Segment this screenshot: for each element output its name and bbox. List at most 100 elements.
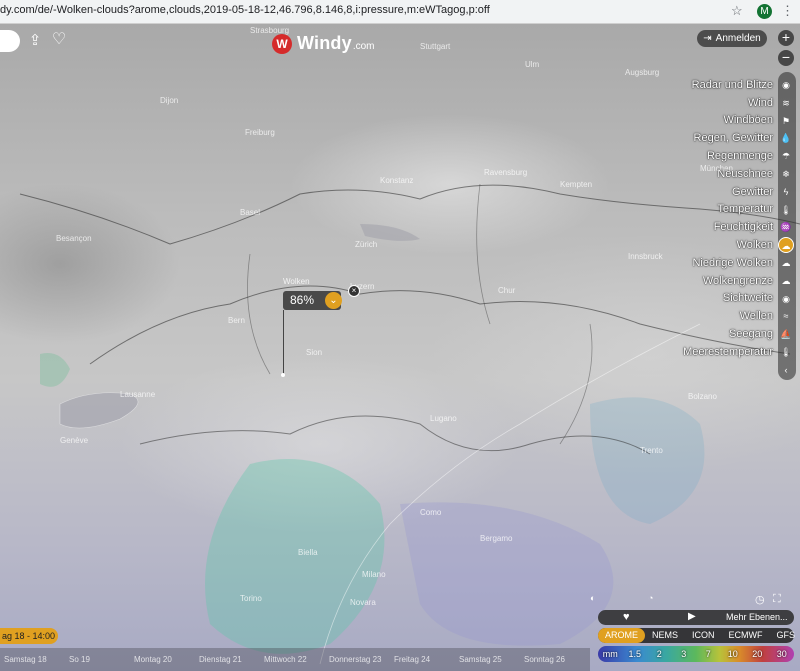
chevron-down-icon[interactable]: ⌄ (325, 292, 342, 309)
video-icon[interactable]: ▶ (688, 611, 696, 622)
popup-value-text: 86% (290, 293, 315, 307)
layer-item[interactable]: Neuschnee ❄ (600, 165, 800, 183)
layer-item-label: Sichtweite (722, 292, 773, 305)
browser-menu-icon[interactable]: ⋮ (781, 3, 794, 19)
legend-value: 10 (727, 649, 738, 659)
model-nems-button[interactable]: NEMS (645, 628, 685, 643)
url-text[interactable]: dy.com/de/-Wolken-clouds?arome,clouds,20… (0, 4, 490, 16)
timeline-day[interactable]: Samstag 18 (4, 655, 47, 664)
windy-logo-icon: W (272, 33, 292, 54)
layer-item[interactable]: Seegang ⛵ (600, 325, 800, 343)
timeline-day[interactable]: Sonntag 26 (524, 655, 565, 664)
legend-value: 20 (752, 649, 763, 659)
timer-icon[interactable]: ◷ (755, 593, 765, 606)
layer-item[interactable]: Mehr Ebenen...‹ (600, 361, 800, 379)
layer-item[interactable]: Temperatur 🌡 (600, 201, 800, 219)
login-button[interactable]: ⇥ Anmelden (697, 30, 767, 47)
model-gfs-button[interactable]: GFS (770, 628, 800, 643)
timeline-day[interactable]: Freitag 24 (394, 655, 430, 664)
layer-item[interactable]: Radar und Blitze ◉ (600, 76, 800, 94)
layer-item[interactable]: Wind ≋ (600, 94, 800, 112)
bottom-panel: ♥ ▶ Mehr Ebenen... AROME NEMS ICON ECMWF GFS… (598, 610, 795, 662)
clouds-icon[interactable]: ☁ (778, 237, 794, 254)
profile-avatar[interactable]: M (757, 4, 772, 19)
waves-icon[interactable]: ≈ (778, 308, 794, 324)
legend-value: 30 (776, 649, 787, 659)
lightning-icon[interactable]: ϟ (778, 184, 794, 200)
heart-icon[interactable]: ♥ (623, 611, 630, 623)
layer-menu: Radar und Blitze ◉ Wind ≋ Windböen ⚑ Regen, Ge… (600, 76, 800, 379)
model-arome-button[interactable]: AROME (598, 628, 646, 643)
layer-item-label: Regen, Gewitter (693, 132, 773, 145)
close-icon[interactable]: × (348, 285, 360, 297)
weather-map[interactable]: Strasbourg Stuttgart Ulm Augsburg Münche… (0, 24, 800, 671)
thermometer-icon[interactable]: 🌡 (778, 202, 794, 218)
timeline-bar[interactable]: Samstag 18 So 19 Montag 20 Dienstag 21 Mittw… (0, 648, 590, 671)
cloud-base-icon[interactable]: ☁ (778, 273, 794, 289)
model-ecmwf-button[interactable]: ECMWF (722, 628, 770, 643)
zoom-in-button[interactable]: + (778, 30, 794, 46)
current-time-badge[interactable]: ag 18 - 14:00 (0, 628, 58, 644)
eye-icon[interactable]: ◉ (778, 291, 794, 307)
layer-item[interactable]: Regenmenge ☂ (600, 147, 800, 165)
low-clouds-icon[interactable]: ☁ (778, 255, 794, 271)
timeline-day[interactable]: Mittwoch 22 (264, 655, 307, 664)
humidity-icon[interactable]: ♒ (778, 219, 794, 235)
drop-icon[interactable]: 💧 (778, 130, 794, 146)
layer-item[interactable]: Niedrige Wolken ☁ (600, 254, 800, 272)
layer-item[interactable]: Wellen ≈ (600, 307, 800, 325)
snowflake-icon[interactable]: ❄ (778, 166, 794, 182)
legend-value: 7 (705, 649, 711, 659)
layer-item-label: Windböen (723, 114, 773, 127)
login-label: Anmelden (715, 33, 761, 44)
model-icon-button[interactable]: ICON (685, 628, 722, 643)
layer-item-label: Regenmenge (706, 150, 773, 163)
radar-icon[interactable]: ◉ (778, 77, 794, 93)
layer-item-label: Wellen (739, 310, 773, 323)
timeline-day[interactable]: Montag 20 (134, 655, 172, 664)
timeline-day[interactable]: Donnerstag 23 (329, 655, 381, 664)
layer-item[interactable]: Sichtweite ◉ (600, 290, 800, 308)
legend-value: 3 (681, 649, 687, 659)
windy-logo[interactable]: W Windy .com (272, 33, 375, 54)
precipitation-legend: mm 1.5 2 3 7 10 20 30 (598, 646, 794, 662)
layer-item[interactable]: Wolkengrenze ☁ (600, 272, 800, 290)
layer-item[interactable]: Meerestemperatur 🌡 (600, 343, 800, 361)
panel-toolbar: ♥ ▶ Mehr Ebenen... (598, 610, 794, 625)
share-icon[interactable]: ⇪ (26, 32, 44, 50)
layer-item-label: Radar und Blitze (691, 78, 773, 91)
layer-item-label: Wolkengrenze (702, 274, 773, 287)
favorite-heart-icon[interactable]: ♡ (50, 31, 68, 49)
layer-item[interactable]: Wolken ☁ (600, 236, 800, 254)
brand-tld: .com (352, 41, 375, 52)
legend-value: 1.5 (628, 649, 641, 659)
layer-item[interactable]: Feuchtigkeit ♒ (600, 218, 800, 236)
legend-unit[interactable]: mm (598, 649, 623, 659)
timeline-day[interactable]: So 19 (69, 655, 90, 664)
layer-item[interactable]: Gewitter ϟ (600, 183, 800, 201)
layer-item[interactable]: Regen, Gewitter 💧 (600, 129, 800, 147)
timeline-day[interactable]: Dienstag 21 (199, 655, 242, 664)
cloud-rain-icon[interactable]: ☂ (778, 148, 794, 164)
more-layers-link[interactable]: Mehr Ebenen... (726, 612, 788, 622)
sea-temp-icon[interactable]: 🌡 (778, 344, 794, 360)
popup-pointer (283, 310, 284, 375)
zoom-out-button[interactable]: − (778, 50, 794, 66)
layer-item-label: Neuschnee (717, 167, 773, 180)
flag-icon[interactable]: ⚑ (778, 113, 794, 129)
layer-item-label: Wind (747, 96, 773, 109)
layer-item-label: Wolken (736, 239, 773, 252)
browser-address-bar[interactable]: dy.com/de/-Wolken-clouds?arome,clouds,20… (0, 0, 800, 24)
fullscreen-icon[interactable]: ⛶ (773, 593, 781, 606)
collapse-icon[interactable]: ‹ (778, 362, 794, 378)
particles-toggle-icon[interactable]: ◐ (590, 593, 595, 603)
timeline-day[interactable]: Samstag 25 (459, 655, 502, 664)
layer-item[interactable]: Windböen ⚑ (600, 112, 800, 130)
wind-icon[interactable]: ≋ (778, 95, 794, 111)
login-icon: ⇥ (703, 33, 712, 44)
bookmark-star-icon[interactable]: ☆ (731, 3, 743, 19)
popup-layer-name: Wolken (283, 277, 310, 286)
swell-icon[interactable]: ⛵ (778, 326, 794, 342)
clock-toggle-icon[interactable]: ◔ (648, 593, 653, 603)
layer-item-label: Seegang (728, 328, 773, 341)
